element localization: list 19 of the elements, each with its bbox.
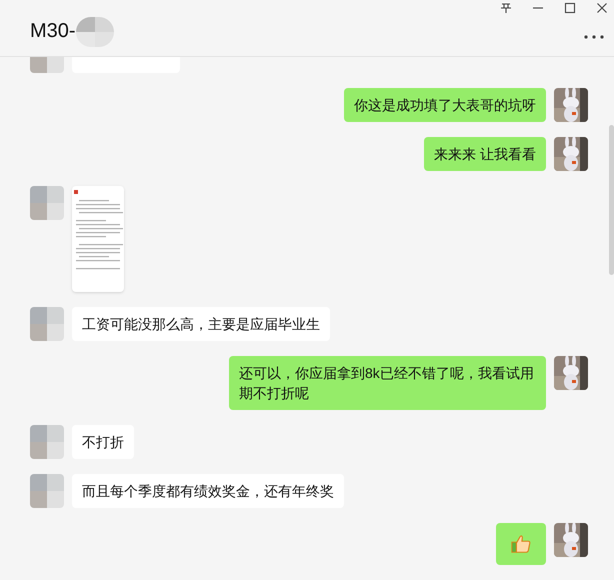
avatar — [30, 307, 64, 341]
thumbs-up-icon — [510, 533, 532, 555]
scrollbar[interactable] — [609, 125, 614, 275]
maximize-icon[interactable] — [564, 2, 576, 14]
message-bubble: 你这是成功填了大表哥的坑呀 — [344, 88, 546, 122]
message-bubble: 来来来 让我看看 — [424, 137, 546, 171]
document-thumbnail[interactable] — [72, 186, 124, 292]
close-icon[interactable] — [596, 2, 608, 14]
message-bubble: 不打折 — [72, 425, 134, 459]
message-bubble: 还可以，你应届拿到8k已经不错了呢，我看试用期不打折呢 — [229, 356, 546, 410]
message-bubble: 工资可能没那么高，主要是应届毕业生 — [72, 307, 330, 341]
chat-title: M30- — [30, 19, 76, 44]
pin-icon[interactable] — [500, 2, 512, 14]
avatar — [30, 186, 64, 220]
avatar — [30, 425, 64, 459]
name-blur — [76, 17, 114, 47]
avatar — [30, 474, 64, 508]
more-icon[interactable] — [584, 35, 604, 39]
message-bubble: 而且每个季度都有绩效奖金，还有年终奖 — [72, 474, 344, 508]
